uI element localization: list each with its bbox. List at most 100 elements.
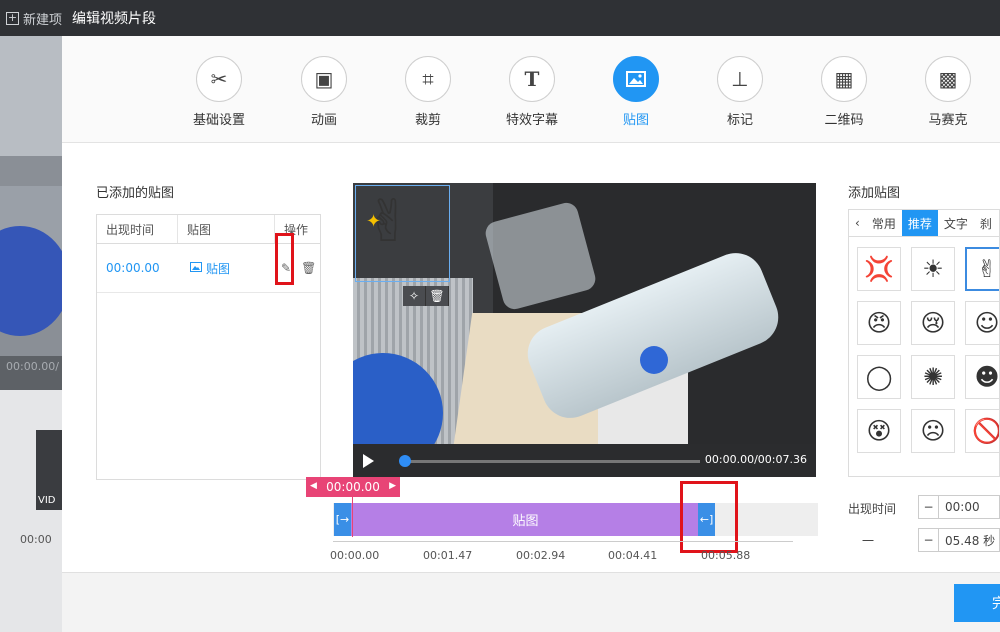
tool-qrcode[interactable]: ▦ 二维码 xyxy=(799,56,889,128)
plus-icon: + xyxy=(6,10,19,25)
tab-recommended[interactable]: 推荐 xyxy=(901,210,938,236)
delete-icon[interactable]: 🗑 xyxy=(426,286,449,306)
tool-label: 马赛克 xyxy=(928,113,968,128)
sticker-tabs: ‹ 常用 推荐 文字 刹 xyxy=(848,209,1000,237)
thumbnail-label: VID xyxy=(38,495,56,506)
video-player: ✌ ✦ ✧ 🗑 00:00.00/00:07.36 xyxy=(353,183,816,477)
angry-sticker-icon[interactable]: 💢 xyxy=(857,247,901,291)
seek-handle[interactable] xyxy=(399,455,411,467)
clip-start-handle[interactable]: [→ xyxy=(334,503,351,536)
sparkle-icon: ✦ xyxy=(366,211,382,232)
tool-crop[interactable]: ⌗ 裁剪 xyxy=(383,56,473,128)
tool-label: 特效字幕 xyxy=(505,113,558,128)
character-sticker-icon[interactable]: ☹ xyxy=(911,409,955,453)
background-thumbnail[interactable]: VID xyxy=(36,430,62,510)
tool-animation[interactable]: ▣ 动画 xyxy=(279,56,369,128)
pin-icon: ⊥ xyxy=(717,56,763,102)
sticker-tools: ✧ 🗑 xyxy=(403,286,449,306)
dizzy-face-sticker-icon[interactable]: 😵 xyxy=(857,409,901,453)
tool-label: 裁剪 xyxy=(414,113,441,128)
edit-clip-dialog: 编辑视频片段 ✂ 基础设置 ▣ 动画 ⌗ 裁剪 T 特效字幕 贴图 ⊥ 标记 ▦… xyxy=(62,0,1000,632)
sun-sticker-icon[interactable]: ☀ xyxy=(911,247,955,291)
crying-face-sticker-icon[interactable]: 😢 xyxy=(911,301,955,345)
appear-time-label: 出现时间 xyxy=(848,502,897,516)
tick-label: 00:00.00 xyxy=(330,549,380,562)
tick-label: 00:02.94 xyxy=(516,549,566,562)
mosaic-icon: ▩ xyxy=(925,56,971,102)
image-icon xyxy=(613,56,659,102)
background-video xyxy=(0,36,62,356)
background-timeline xyxy=(0,390,62,632)
tool-sticker[interactable]: 贴图 xyxy=(591,56,681,128)
scissors-icon: ✂ xyxy=(196,56,242,102)
tab-common[interactable]: 常用 xyxy=(866,210,902,236)
background-time: 00:00.00/ xyxy=(6,360,59,373)
tool-basic-settings[interactable]: ✂ 基础设置 xyxy=(174,56,264,128)
duration-value: 05.48 秒 xyxy=(945,533,996,548)
playhead-line xyxy=(352,497,353,537)
added-stickers-title: 已添加的贴图 xyxy=(96,186,175,201)
add-sticker-title: 添加贴图 xyxy=(848,186,901,201)
tab-more[interactable]: 刹 xyxy=(974,210,998,236)
tool-label: 动画 xyxy=(310,113,337,128)
speech-bubble-sticker-icon[interactable]: ◯ xyxy=(857,355,901,399)
arrow-left-icon[interactable]: ◀ xyxy=(310,481,317,491)
tool-label: 基础设置 xyxy=(192,113,245,128)
angry-face-sticker-icon[interactable]: 😠 xyxy=(857,301,901,345)
duration-stepper[interactable]: − 05.48 秒 xyxy=(918,528,1000,552)
new-project-label: 新建项 xyxy=(22,12,62,28)
burst-bubble-sticker-icon[interactable]: ✺ xyxy=(911,355,955,399)
tool-label: 贴图 xyxy=(622,113,649,128)
player-time: 00:00.00/00:07.36 xyxy=(704,453,807,466)
dialog-footer: 完 xyxy=(62,572,1000,632)
crop-icon: ⌗ xyxy=(405,56,451,102)
player-controls: 00:00.00/00:07.36 xyxy=(353,444,816,477)
chevron-left-icon[interactable]: ‹ xyxy=(849,210,866,236)
image-icon xyxy=(190,261,202,275)
tick-label: 00:04.41 xyxy=(608,549,658,562)
no-sticker-icon[interactable]: 🚫 xyxy=(965,409,999,453)
row-sticker-label: 贴图 xyxy=(206,261,231,276)
timeline-ruler xyxy=(333,541,793,547)
column-appear-time: 出现时间 xyxy=(97,215,178,243)
appear-time-stepper[interactable]: − 00:00 xyxy=(918,495,1000,519)
row-time: 00:00.00 xyxy=(106,261,160,275)
qrcode-icon: ▦ xyxy=(821,56,867,102)
appear-time-value: 00:00 xyxy=(945,500,980,514)
tool-effect-subtitle[interactable]: T 特效字幕 xyxy=(487,56,577,128)
tool-label: 标记 xyxy=(726,113,753,128)
tool-mark[interactable]: ⊥ 标记 xyxy=(695,56,785,128)
highlight-box xyxy=(275,233,294,285)
tick-label: 00:01.47 xyxy=(423,549,473,562)
new-project-button[interactable]: + 新建项 xyxy=(0,0,62,36)
blush-face-sticker-icon[interactable]: ☺ xyxy=(965,301,999,345)
playhead-time: 00:00.00 xyxy=(326,480,380,494)
delete-icon[interactable]: 🗑 xyxy=(301,261,316,275)
tick-label: 00:05.88 xyxy=(701,549,751,562)
sticker-overlay[interactable]: ✌ ✦ xyxy=(355,185,450,282)
animation-icon: ▣ xyxy=(301,56,347,102)
text-icon: T xyxy=(509,56,555,102)
victory-sticker-icon[interactable]: ✌ xyxy=(965,247,999,291)
row-sticker: 贴图 xyxy=(178,260,275,277)
magic-wand-icon[interactable]: ✧ xyxy=(403,286,426,306)
duration-label: 一 xyxy=(862,534,875,548)
minus-icon[interactable]: − xyxy=(919,529,939,551)
playhead[interactable]: ◀ 00:00.00 ▶ xyxy=(306,477,400,497)
play-button[interactable] xyxy=(363,453,374,468)
seek-bar[interactable] xyxy=(406,460,700,463)
dialog-title: 编辑视频片段 xyxy=(62,0,1000,36)
minus-icon[interactable]: − xyxy=(919,496,939,518)
arrow-right-icon[interactable]: ▶ xyxy=(389,481,396,491)
finish-button[interactable]: 完 xyxy=(954,584,1000,622)
tool-label: 二维码 xyxy=(824,113,864,128)
column-sticker: 贴图 xyxy=(178,215,275,243)
tool-bar: ✂ 基础设置 ▣ 动画 ⌗ 裁剪 T 特效字幕 贴图 ⊥ 标记 ▦ 二维码 ▩ … xyxy=(62,36,1000,143)
video-preview: ✌ ✦ ✧ 🗑 xyxy=(353,183,816,444)
tab-text[interactable]: 文字 xyxy=(938,210,974,236)
sticker-clip[interactable]: 贴图 xyxy=(351,503,700,536)
sticker-grid: 💢 ☀ ✌ 😠 😢 ☺ ◯ ✺ ☻ 😵 ☹ 🚫 xyxy=(848,237,1000,477)
background-time-ruler: 00:00 xyxy=(20,533,52,546)
character-sticker-icon[interactable]: ☻ xyxy=(965,355,999,399)
tool-mosaic[interactable]: ▩ 马赛克 xyxy=(903,56,993,128)
